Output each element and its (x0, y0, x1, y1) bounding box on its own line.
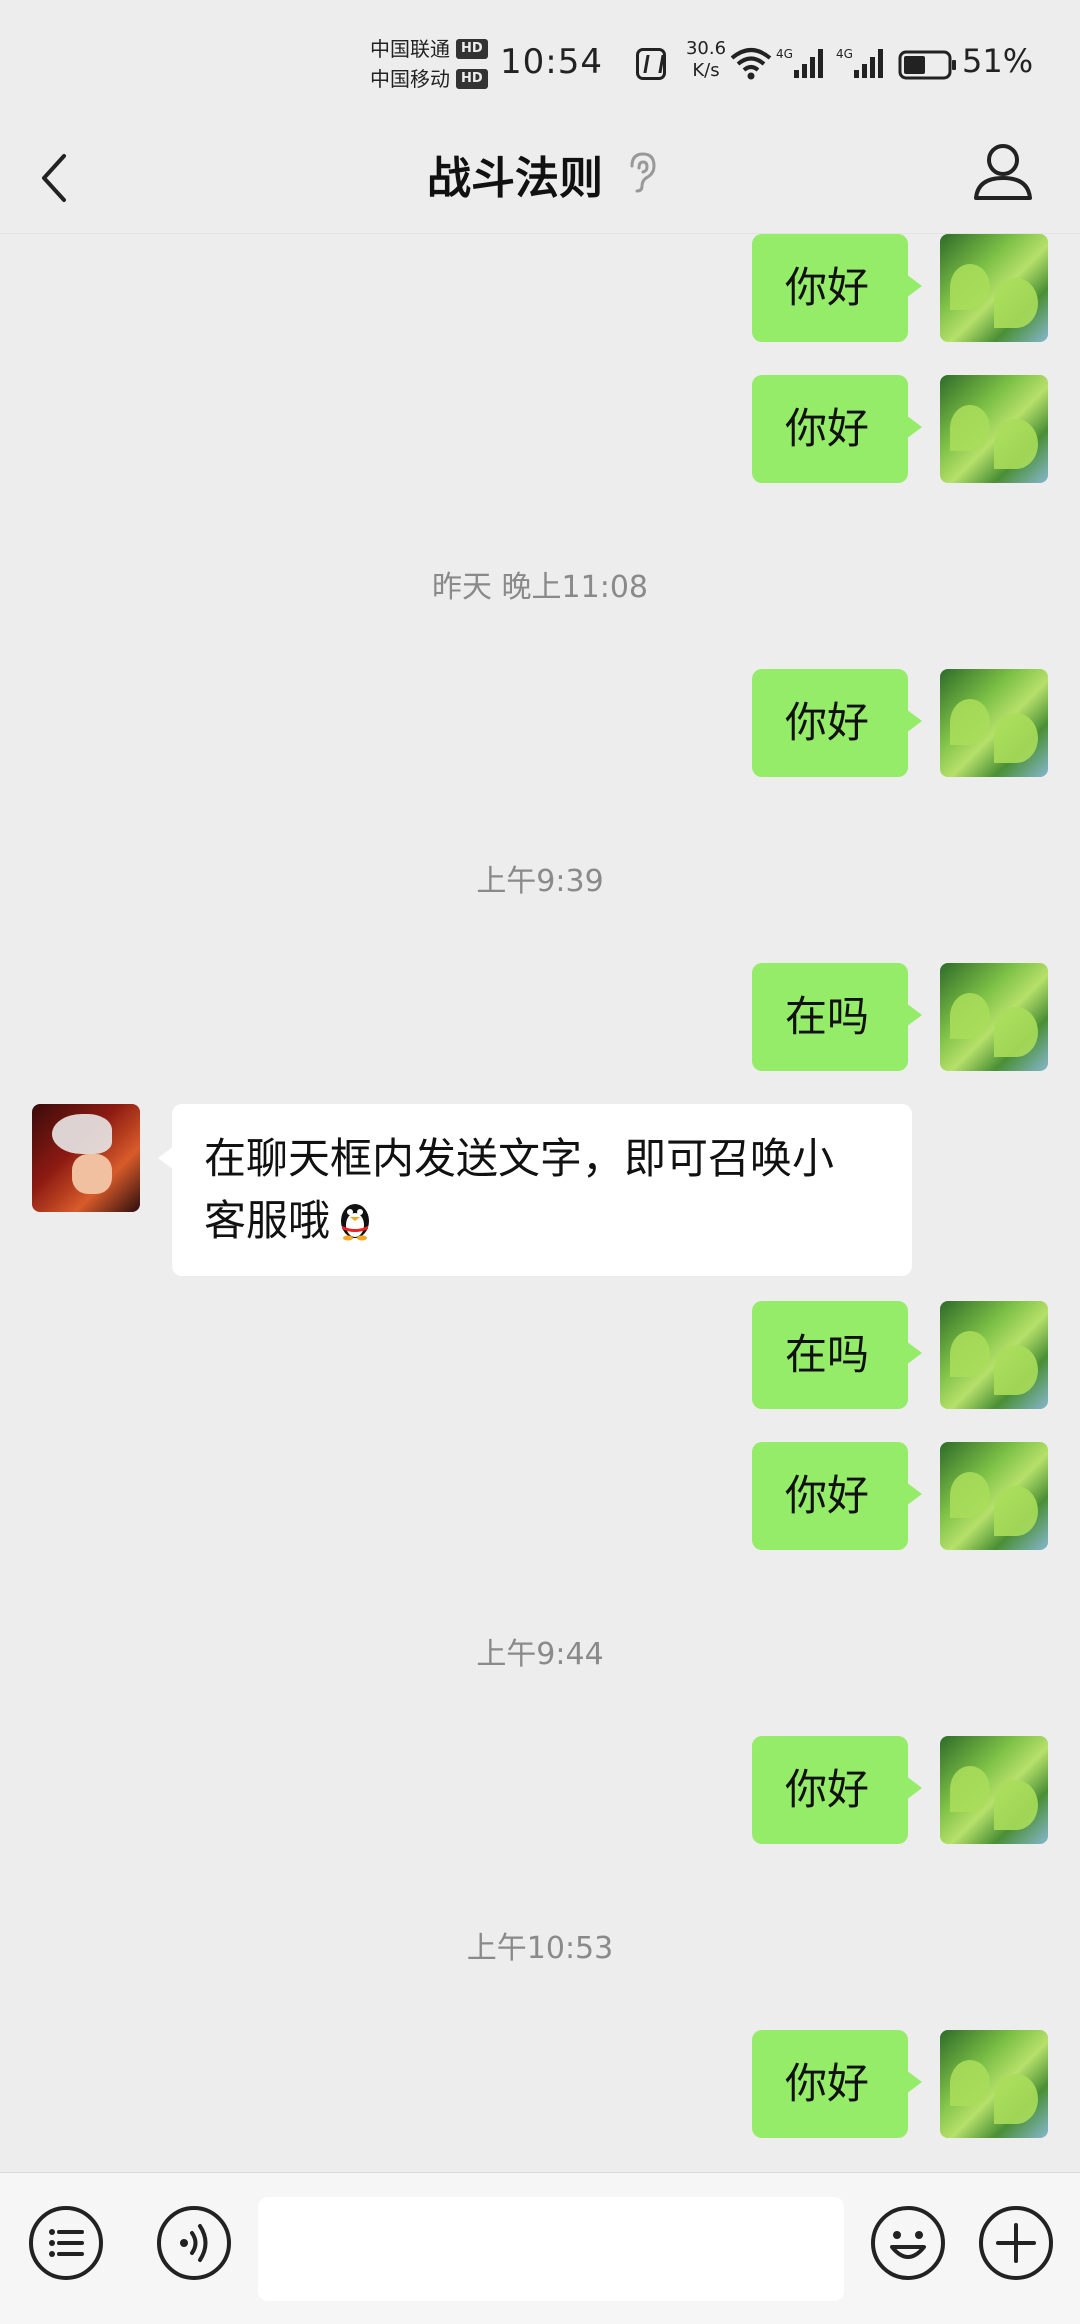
smiley-icon[interactable] (868, 2203, 948, 2283)
qq-penguin-emoji-icon (341, 1204, 370, 1241)
carrier-2: 中国移动 (370, 67, 450, 91)
message-timestamp: 上午9:39 (476, 864, 604, 899)
chat-header: 战斗法则 (0, 130, 1080, 234)
network-speed-value: 30.6 (685, 38, 727, 59)
voice-icon[interactable] (154, 2203, 234, 2283)
network-speed-unit: K/s (692, 60, 720, 81)
plus-icon[interactable] (976, 2203, 1056, 2283)
self-avatar[interactable] (940, 1301, 1048, 1409)
incoming-message[interactable]: 在聊天框内发送文字，即可召唤小 客服哦 (158, 1104, 912, 1276)
signal-1-icon: 4G (776, 47, 823, 78)
incoming-message-line-2: 客服哦 (204, 1190, 880, 1252)
self-avatar[interactable] (940, 963, 1048, 1071)
hd-badge: HD (456, 69, 488, 89)
incoming-message-line-1: 在聊天框内发送文字，即可召唤小 (204, 1134, 835, 1183)
message-timestamp: 昨天 晚上11:08 (432, 570, 648, 605)
outgoing-message[interactable]: 在吗 (752, 1301, 922, 1409)
self-avatar[interactable] (940, 1442, 1048, 1550)
outgoing-message[interactable]: 你好 (752, 375, 922, 483)
self-avatar[interactable] (940, 669, 1048, 777)
person-icon[interactable] (970, 140, 1036, 206)
clock: 10:54 (500, 42, 603, 82)
network-type-label: 4G (836, 47, 853, 61)
network-speed: 30.6 K/s (676, 38, 736, 82)
self-avatar[interactable] (940, 2030, 1048, 2138)
hd-badge: HD (456, 39, 488, 59)
list-menu-icon[interactable] (26, 2203, 106, 2283)
outgoing-message[interactable]: 你好 (752, 669, 922, 777)
carrier-1: 中国联通 (370, 37, 450, 61)
chat-messages[interactable]: 你好 你好 昨天 晚上11:08 你好 上午9:39 在吗 在聊天框内发送文字，… (0, 234, 1080, 2172)
outgoing-message[interactable]: 你好 (752, 1736, 922, 1844)
outgoing-message[interactable]: 你好 (752, 1442, 922, 1550)
status-bar: 中国联通 HD 中国移动 HD 10:54 30.6 K/s 4G 4G 51% (0, 0, 1080, 130)
message-timestamp: 上午10:53 (466, 1931, 614, 1966)
battery-icon (898, 50, 956, 80)
network-type-label: 4G (776, 47, 793, 61)
self-avatar[interactable] (940, 1736, 1048, 1844)
contact-avatar[interactable] (32, 1104, 140, 1212)
incoming-message-line-2-text: 客服哦 (204, 1196, 331, 1245)
nfc-icon (636, 48, 666, 80)
outgoing-message[interactable]: 你好 (752, 2030, 922, 2138)
outgoing-message[interactable]: 你好 (752, 234, 922, 342)
message-input[interactable] (258, 2197, 844, 2301)
message-timestamp: 上午9:44 (476, 1637, 604, 1672)
outgoing-message[interactable]: 在吗 (752, 963, 922, 1071)
ear-icon (630, 152, 656, 193)
wifi-icon (730, 48, 772, 80)
signal-2-icon: 4G (836, 47, 883, 78)
self-avatar[interactable] (940, 375, 1048, 483)
battery-percent: 51% (962, 42, 1034, 80)
carrier-info: 中国联通 HD 中国移动 HD (370, 34, 488, 94)
page-title: 战斗法则 (427, 153, 603, 204)
self-avatar[interactable] (940, 234, 1048, 342)
input-bar (0, 2172, 1080, 2324)
